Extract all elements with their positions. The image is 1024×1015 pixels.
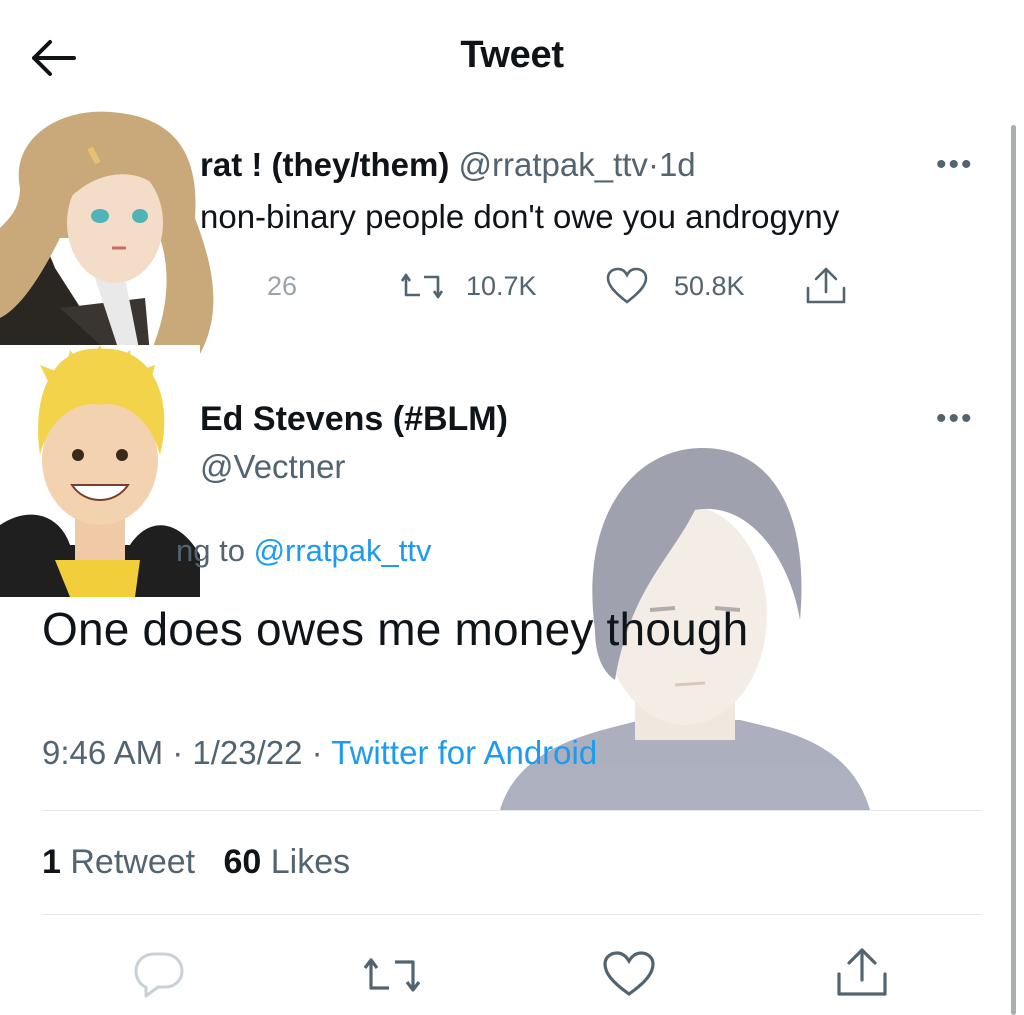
divider bbox=[42, 810, 982, 811]
share-button[interactable] bbox=[834, 946, 890, 1005]
share-icon bbox=[837, 948, 887, 996]
tweet-text: One does owes me money though bbox=[42, 603, 749, 655]
like-total: 60 bbox=[223, 843, 262, 881]
avatar bbox=[0, 108, 225, 354]
engagement-counts: 1 Retweet 60 Likes bbox=[42, 843, 350, 882]
page-title: Tweet bbox=[460, 34, 564, 76]
tweet-time: 9:46 AM bbox=[42, 734, 164, 771]
more-icon[interactable]: ••• bbox=[936, 402, 974, 436]
tweet-metadata: 9:46 AM · 1/23/22 · Twitter for Android bbox=[42, 734, 598, 771]
retweet-total: 1 bbox=[42, 843, 61, 881]
separator: · bbox=[647, 146, 659, 183]
tweet-text: non-binary people don't owe you androgyn… bbox=[200, 198, 840, 235]
tweet-age: 1d bbox=[658, 146, 696, 183]
author-name[interactable]: rat ! (they/them) bbox=[200, 146, 449, 183]
reply-icon bbox=[134, 952, 184, 998]
reply-icon bbox=[215, 266, 237, 306]
reply-button[interactable] bbox=[132, 950, 186, 1005]
retweet-button[interactable] bbox=[362, 952, 422, 1003]
like-count: 50.8K bbox=[674, 270, 745, 301]
like-icon bbox=[603, 951, 655, 996]
more-icon[interactable]: ••• bbox=[936, 148, 974, 182]
reply-count: 26 bbox=[267, 270, 298, 301]
author-handle[interactable]: @rratpak_ttv bbox=[459, 146, 648, 183]
divider bbox=[42, 914, 982, 915]
share-icon bbox=[806, 267, 846, 304]
share-action[interactable] bbox=[804, 266, 848, 306]
retweet-icon bbox=[400, 273, 444, 299]
replying-label: ng to bbox=[176, 533, 254, 568]
scrollbar[interactable] bbox=[1011, 125, 1016, 1015]
like-label: Likes bbox=[270, 843, 351, 881]
author-handle[interactable]: @Vectner bbox=[200, 448, 345, 486]
retweet-icon bbox=[363, 958, 421, 992]
retweet-label: Retweet bbox=[70, 843, 196, 881]
like-icon bbox=[606, 267, 648, 304]
author-name[interactable]: Ed Stevens (#BLM) bbox=[200, 400, 508, 439]
tweet-author-line: rat ! (they/them) @rratpak_ttv·1d bbox=[200, 146, 696, 184]
retweets-link[interactable]: 1 Retweet bbox=[42, 843, 195, 881]
likes-link[interactable]: 60 Likes bbox=[223, 843, 350, 881]
retweet-count: 10.7K bbox=[466, 270, 537, 301]
replying-to: ng to @rratpak_ttv bbox=[176, 533, 431, 569]
tweet-date: 1/23/22 bbox=[192, 734, 303, 771]
tweet-source-link[interactable]: Twitter for Android bbox=[331, 734, 597, 771]
like-button[interactable] bbox=[602, 950, 656, 1003]
avatar bbox=[0, 345, 200, 597]
replying-handle-link[interactable]: @rratpak_ttv bbox=[254, 533, 432, 568]
like-action[interactable]: 50.8K bbox=[606, 266, 745, 306]
retweet-action[interactable]: 10.7K bbox=[400, 266, 537, 306]
reply-action[interactable]: 26 bbox=[215, 266, 297, 306]
